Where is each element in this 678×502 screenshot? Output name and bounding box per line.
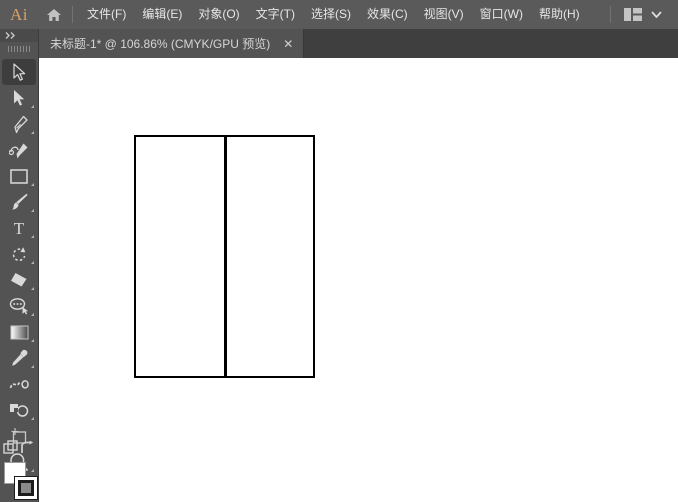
flyout-indicator xyxy=(31,105,34,108)
rectangle-left[interactable] xyxy=(134,135,226,378)
toolbar-drag-handle[interactable] xyxy=(0,42,38,56)
document-tab-bar: 未标题-1* @ 106.86% (CMYK/GPU 预览) ✕ xyxy=(38,29,678,58)
flyout-indicator xyxy=(31,365,34,368)
chevron-down-icon xyxy=(651,11,662,18)
menu-item-object[interactable]: 对象(O) xyxy=(190,0,247,29)
menu-item-window[interactable]: 窗口(W) xyxy=(472,0,531,29)
flyout-indicator xyxy=(31,287,34,290)
menu-item-file[interactable]: 文件(F) xyxy=(79,0,134,29)
menubar-right-divider xyxy=(610,6,611,23)
eraser-icon xyxy=(11,273,27,287)
drag-grip-icon xyxy=(8,46,30,52)
flyout-indicator xyxy=(31,417,34,420)
rectangle-tool[interactable] xyxy=(2,163,36,189)
menu-item-view[interactable]: 视图(V) xyxy=(416,0,472,29)
flyout-indicator xyxy=(31,235,34,238)
svg-text:T: T xyxy=(14,219,25,237)
screen-mode-button[interactable] xyxy=(3,439,20,461)
flyout-indicator xyxy=(31,183,34,186)
rotate-tool[interactable] xyxy=(2,241,36,267)
home-icon xyxy=(47,8,61,21)
screen-mode-icon xyxy=(3,439,18,454)
paintbrush-tool[interactable] xyxy=(2,189,36,215)
workspace-chevron-button[interactable] xyxy=(651,11,662,18)
flyout-indicator xyxy=(31,313,34,316)
menu-item-effect[interactable]: 效果(C) xyxy=(359,0,416,29)
menu-divider xyxy=(72,6,73,23)
paintbrush-icon xyxy=(12,193,28,210)
shape-builder-icon xyxy=(9,404,28,417)
ai-logo: Ai xyxy=(10,4,28,24)
eraser-tool[interactable] xyxy=(2,267,36,293)
toolbar-bottom-controls xyxy=(0,439,38,502)
toolbar-collapse-button[interactable] xyxy=(0,29,38,42)
pen-tool[interactable] xyxy=(2,111,36,137)
double-chevron-right-icon xyxy=(5,32,15,39)
rectangle-right[interactable] xyxy=(225,135,315,378)
shape-builder-tool[interactable] xyxy=(2,397,36,423)
workspace-switcher-button[interactable] xyxy=(624,8,642,21)
menu-bar: Ai 文件(F) 编辑(E) 对象(O) 文字(T) 选择(S) 效果(C) 视… xyxy=(0,0,678,29)
white-arrow-pointer-icon xyxy=(14,90,25,106)
illustrator-window: Ai 文件(F) 编辑(E) 对象(O) 文字(T) 选择(S) 效果(C) 视… xyxy=(0,0,678,502)
pen-icon xyxy=(13,115,28,133)
stroke-color-inner xyxy=(18,480,34,496)
flyout-indicator xyxy=(31,261,34,264)
home-button[interactable] xyxy=(38,0,70,29)
menu-item-select[interactable]: 选择(S) xyxy=(303,0,359,29)
flyout-indicator xyxy=(31,209,34,212)
stroke-color-swatch[interactable] xyxy=(14,476,38,500)
close-icon[interactable]: ✕ xyxy=(283,38,293,50)
menubar-right-controls xyxy=(610,0,678,29)
rectangle-icon xyxy=(10,168,28,184)
menu-item-help[interactable]: 帮助(H) xyxy=(531,0,588,29)
gradient-tool[interactable] xyxy=(2,319,36,345)
eyedropper-icon xyxy=(11,349,27,366)
workspace-layout-icon xyxy=(624,8,642,21)
eyedropper-tool[interactable] xyxy=(2,345,36,371)
swap-arrow-icon xyxy=(21,439,34,453)
direct-selection-tool[interactable] xyxy=(2,85,36,111)
blend-icon xyxy=(9,379,29,389)
rotate-icon xyxy=(12,246,25,261)
document-tab[interactable]: 未标题-1* @ 106.86% (CMYK/GPU 预览) ✕ xyxy=(38,29,304,58)
selection-tool[interactable] xyxy=(2,59,36,85)
tools-panel: T xyxy=(0,29,39,502)
menu-item-edit[interactable]: 编辑(E) xyxy=(134,0,190,29)
curvature-tool[interactable] xyxy=(2,137,36,163)
fill-stroke-swatches xyxy=(0,460,38,502)
document-canvas[interactable] xyxy=(39,58,678,502)
blend-tool[interactable] xyxy=(2,371,36,397)
menu-item-type[interactable]: 文字(T) xyxy=(248,0,303,29)
flyout-indicator xyxy=(31,339,34,342)
document-tab-title: 未标题-1* @ 106.86% (CMYK/GPU 预览) xyxy=(50,37,271,51)
shaper-tool[interactable] xyxy=(2,293,36,319)
shaper-lasso-icon xyxy=(9,298,28,315)
menu-item-list: 文件(F) 编辑(E) 对象(O) 文字(T) 选择(S) 效果(C) 视图(V… xyxy=(79,0,588,29)
tool-list: T xyxy=(0,56,38,475)
gradient-icon xyxy=(10,325,28,339)
arrow-pointer-icon xyxy=(12,62,25,81)
curvature-pen-icon xyxy=(8,143,27,158)
type-tool[interactable]: T xyxy=(2,215,36,241)
type-T-icon: T xyxy=(14,219,25,237)
swap-fill-stroke-button[interactable] xyxy=(20,439,35,460)
toolbar-bottom-row xyxy=(0,439,38,461)
flyout-indicator xyxy=(31,131,34,134)
